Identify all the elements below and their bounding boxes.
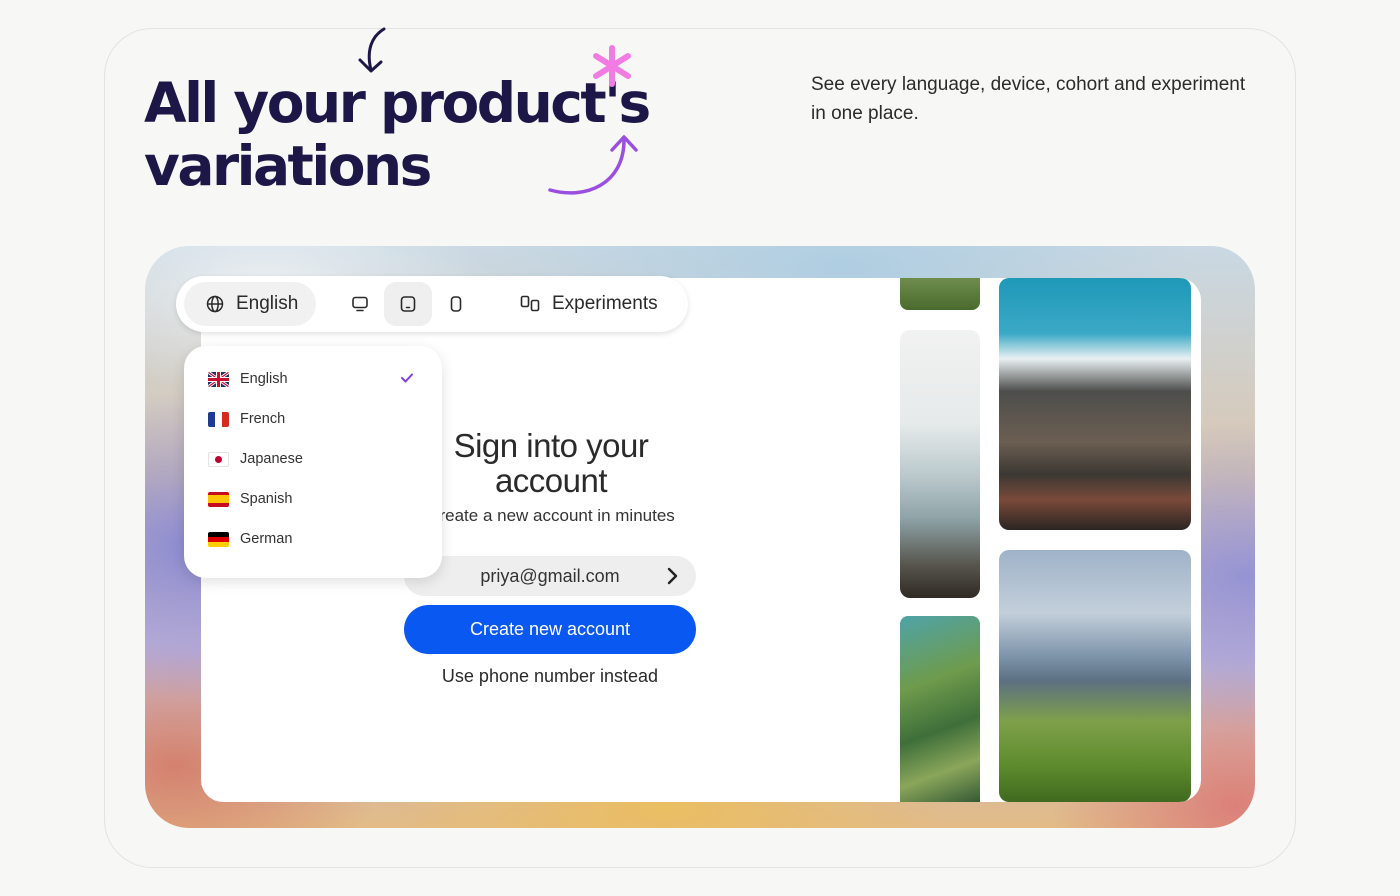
asterisk-doodle-icon <box>593 45 631 87</box>
tablet-icon <box>400 296 416 312</box>
language-option-label: English <box>240 371 288 387</box>
language-option-label: French <box>240 411 286 427</box>
chevron-right-icon <box>667 567 678 585</box>
germany-flag-icon <box>208 531 229 547</box>
desktop-view-button[interactable] <box>336 282 384 326</box>
create-account-button[interactable]: Create new account <box>404 605 696 654</box>
mountain-peaks-photo <box>999 278 1191 530</box>
language-option-label: Japanese <box>240 451 303 467</box>
checkmark-icon <box>401 373 413 383</box>
grass-photo <box>900 278 980 310</box>
language-option-english[interactable]: English <box>208 367 288 391</box>
language-option-label: Spanish <box>240 491 293 507</box>
email-continue-field[interactable]: priya@gmail.com <box>404 556 696 596</box>
signin-panel: Sign into your account Create a new acco… <box>401 428 701 526</box>
mobile-view-button[interactable] <box>432 282 480 326</box>
experiments-label: Experiments <box>552 293 658 314</box>
use-phone-link[interactable]: Use phone number instead <box>404 666 696 687</box>
signin-title: Sign into your account <box>453 427 649 499</box>
feature-description: See every language, device, cohort and e… <box>811 74 1246 124</box>
green-ridges-photo <box>900 616 980 802</box>
misty-valley-photo <box>900 330 980 598</box>
photo-column-wide <box>999 278 1193 802</box>
signin-subtitle: Create a new account in minutes <box>427 506 675 525</box>
language-selector-label: English <box>236 293 299 314</box>
language-option-german[interactable]: German <box>208 527 292 551</box>
language-option-french[interactable]: French <box>208 407 285 431</box>
language-selector[interactable]: English <box>184 282 316 326</box>
spain-flag-icon <box>208 491 229 507</box>
language-dropdown: English French Japanese Spanish German <box>184 346 442 578</box>
japan-flag-icon <box>208 451 229 467</box>
globe-icon <box>206 295 224 313</box>
hikers-photo <box>999 550 1191 802</box>
language-option-spanish[interactable]: Spanish <box>208 487 292 511</box>
variation-toolbar: English Experiments <box>176 276 688 332</box>
photo-column-narrow <box>900 278 982 802</box>
up-arrow-doodle-icon <box>548 135 638 195</box>
email-value: priya@gmail.com <box>480 565 620 586</box>
experiments-button[interactable]: Experiments <box>520 282 658 326</box>
uk-flag-icon <box>208 371 229 387</box>
desktop-icon <box>352 296 368 312</box>
language-option-label: German <box>240 531 293 547</box>
experiments-icon <box>520 295 540 313</box>
tablet-view-button[interactable] <box>384 282 432 326</box>
down-arrow-doodle-icon <box>358 27 386 73</box>
mobile-icon <box>450 296 462 312</box>
france-flag-icon <box>208 411 229 427</box>
language-option-japanese[interactable]: Japanese <box>208 447 303 471</box>
